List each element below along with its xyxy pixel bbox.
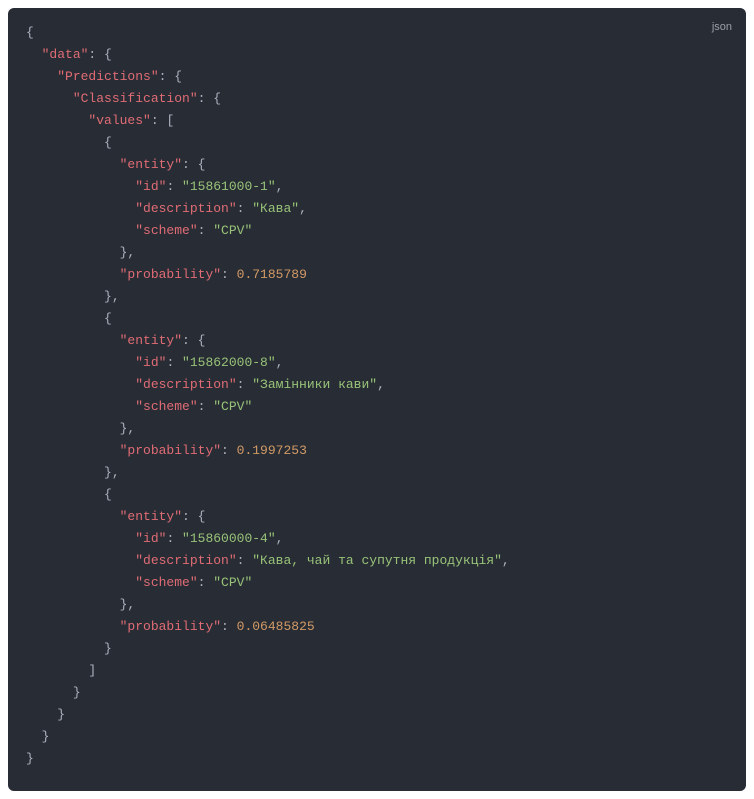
value-prob-2: 0.1997253 [237, 443, 307, 458]
key-entity: "entity" [120, 333, 182, 348]
key-scheme: "scheme" [135, 223, 197, 238]
key-id: "id" [135, 179, 166, 194]
key-entity: "entity" [120, 157, 182, 172]
key-values: "values" [88, 113, 150, 128]
key-predictions: "Predictions" [57, 69, 158, 84]
key-probability: "probability" [120, 619, 221, 634]
key-entity: "entity" [120, 509, 182, 524]
value-scheme: "CPV" [213, 399, 252, 414]
key-description: "description" [135, 201, 236, 216]
key-probability: "probability" [120, 267, 221, 282]
value-id-3: "15860000-4" [182, 531, 276, 546]
key-classification: "Classification" [73, 91, 198, 106]
key-id: "id" [135, 355, 166, 370]
value-scheme: "CPV" [213, 575, 252, 590]
language-label: json [712, 16, 732, 38]
value-desc-3: "Кава, чай та супутня продукція" [252, 553, 502, 568]
key-description: "description" [135, 377, 236, 392]
value-id-2: "15862000-8" [182, 355, 276, 370]
value-desc-2: "Замінники кави" [252, 377, 377, 392]
key-data: "data" [42, 47, 89, 62]
key-probability: "probability" [120, 443, 221, 458]
key-scheme: "scheme" [135, 399, 197, 414]
value-scheme: "CPV" [213, 223, 252, 238]
code-content: { "data": { "Predictions": { "Classifica… [26, 22, 728, 770]
key-description: "description" [135, 553, 236, 568]
key-scheme: "scheme" [135, 575, 197, 590]
value-prob-1: 0.7185789 [237, 267, 307, 282]
value-desc-1: "Кава" [252, 201, 299, 216]
value-id-1: "15861000-1" [182, 179, 276, 194]
key-id: "id" [135, 531, 166, 546]
code-block: json { "data": { "Predictions": { "Class… [8, 8, 746, 791]
value-prob-3: 0.06485825 [237, 619, 315, 634]
